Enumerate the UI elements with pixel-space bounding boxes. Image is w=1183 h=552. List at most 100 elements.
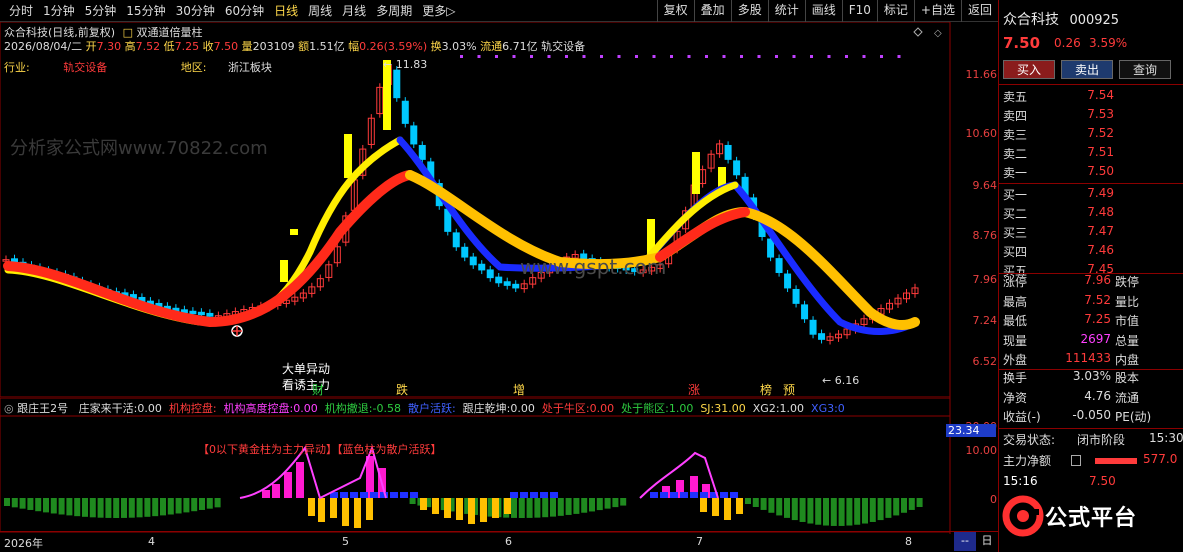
stat-value: 2697 [1080, 331, 1111, 346]
ask-row[interactable]: 卖三 7.52 [999, 126, 1183, 145]
date-axis-buttons: -- 日 [954, 532, 998, 551]
candle-body [469, 256, 477, 266]
indicator-bar [596, 498, 603, 511]
indicator-bar [175, 498, 182, 514]
indicator-bar [160, 498, 166, 516]
period-select-button[interactable]: 日 [976, 532, 998, 551]
gold-bar [420, 498, 427, 510]
toolbar-button[interactable]: F10 [841, 0, 877, 22]
indicator-bar [908, 498, 915, 510]
ask-row[interactable]: 卖四 7.53 [999, 107, 1183, 126]
ask-bid-divider [999, 183, 1183, 184]
period-tab[interactable]: 5分钟 [80, 2, 122, 19]
indicator-bar [752, 498, 759, 507]
bid-row[interactable]: 买二 7.48 [999, 205, 1183, 224]
order-level-price: 7.46 [1087, 243, 1114, 257]
diamond-icon[interactable] [913, 27, 923, 37]
candle-body [775, 258, 783, 273]
period-tab[interactable]: 30分钟 [171, 2, 220, 19]
candle-body [495, 276, 503, 284]
query-button[interactable]: 查询 [1119, 60, 1171, 79]
bid-row[interactable]: 买三 7.47 [999, 224, 1183, 243]
blue-bar [510, 492, 518, 498]
main-flow-row: 主力净额 577.0 [999, 452, 1183, 471]
date-label: 8 [905, 535, 912, 548]
indicator-bar [784, 498, 790, 518]
gold-bar [712, 498, 719, 516]
indicator-chart[interactable]: ◎ 跟庄王2号 庄家来干活:0.00 机构控盘: 机构高度控盘:0.00 机构撤退:-… [0, 397, 998, 534]
indicator-item-label: 机构撤退: [324, 402, 373, 415]
ask-row[interactable]: 卖五 7.54 [999, 88, 1183, 107]
toolbar-button[interactable]: 复权 [656, 0, 694, 22]
price-tick-label: 11.66 [965, 68, 998, 81]
blue-bar [650, 492, 658, 498]
indicator-item: 处于牛区:0.00 [542, 402, 614, 415]
period-tab[interactable]: 60分钟 [220, 2, 269, 19]
price-tick-label: 7.24 [972, 314, 998, 327]
signal-dot [460, 55, 463, 58]
ask-row[interactable]: 卖二 7.51 [999, 145, 1183, 164]
volume-burst-bar [280, 260, 288, 282]
sell-button[interactable]: 卖出 [1061, 60, 1113, 79]
period-tab[interactable]: 周线 [303, 2, 337, 19]
period-tab[interactable]: 多周期 [371, 2, 417, 19]
magenta-bar [272, 484, 280, 498]
indicator-item-value: -0.58 [372, 402, 401, 415]
period-tab[interactable]: 分时 [4, 2, 38, 19]
toolbar-button[interactable]: 返回 [960, 0, 998, 22]
blue-bar [530, 492, 538, 498]
blue-bar [520, 492, 528, 498]
gold-bar [492, 498, 499, 518]
blue-bar [400, 492, 408, 498]
list-icon[interactable] [1071, 455, 1081, 466]
stat-row: 外盘 111433 内盘 [999, 351, 1183, 370]
signal-dot [740, 55, 743, 58]
date-value: 2026/08/04/二 [4, 40, 83, 53]
indicator-item-value: 0.00 [137, 402, 162, 415]
indicator-bar [604, 498, 611, 509]
menu-icon[interactable]: ◇ [934, 28, 942, 39]
signal-dot [617, 55, 621, 58]
period-tab[interactable]: 更多▷ [417, 2, 460, 19]
indicator-bar [82, 498, 88, 517]
indicator-item-label: 处于牛区: [541, 402, 590, 415]
stat-value: 4.76 [1084, 388, 1111, 403]
volume-label: 量 [241, 40, 253, 53]
period-tab[interactable]: 15分钟 [121, 2, 170, 19]
period-tab[interactable]: 月线 [337, 2, 371, 19]
indicator-bar [838, 498, 845, 526]
bid-row[interactable]: 买一 7.49 [999, 186, 1183, 205]
toolbar-button[interactable]: 叠加 [693, 0, 731, 22]
amplitude-label: 幅 [348, 40, 360, 53]
period-tab[interactable]: 1分钟 [38, 2, 80, 19]
gold-bar [736, 498, 743, 514]
gold-bar [468, 498, 475, 524]
sector-value: 轨交设备 [541, 40, 586, 53]
zoom-button[interactable]: -- [954, 532, 976, 551]
amount-value: 1.51亿 [309, 40, 345, 53]
toolbar-button[interactable]: 标记 [876, 0, 914, 22]
order-level-price: 7.48 [1087, 205, 1114, 219]
price-tick-label: 8.76 [972, 229, 998, 242]
blue-bar [690, 492, 698, 498]
toolbar-button[interactable]: 统计 [767, 0, 805, 22]
toolbar-button[interactable]: 多股 [730, 0, 768, 22]
kline-chart[interactable]: 分析家公式网www.70822.com www.gspt.com ◇ 众合科技(日线… [0, 21, 998, 398]
stat-label-2: 内盘 [1115, 353, 1140, 367]
indicator-settings-icon[interactable]: ◎ [4, 402, 14, 415]
event-label: 涨 [688, 383, 701, 397]
indicator-bar [128, 498, 135, 518]
indicator-chart-canvas [0, 397, 951, 534]
stat-row: 最低 7.25 市值 [999, 312, 1183, 331]
bid-row[interactable]: 买四 7.46 [999, 243, 1183, 262]
stat-row: 收益(-) -0.050 PE(动) [999, 408, 1183, 427]
ask-row[interactable]: 卖一 7.50 [999, 164, 1183, 183]
toolbar-button[interactable]: 画线 [804, 0, 842, 22]
indicator-bar [776, 498, 783, 516]
event-label: 跌 [396, 383, 409, 397]
toolbar-button[interactable]: +自选 [913, 0, 961, 22]
buy-button[interactable]: 买入 [1003, 60, 1055, 79]
main-flow-label: 主力净额 [1003, 454, 1052, 468]
indicator-bar [105, 498, 112, 518]
period-tab[interactable]: 日线 [269, 2, 303, 19]
